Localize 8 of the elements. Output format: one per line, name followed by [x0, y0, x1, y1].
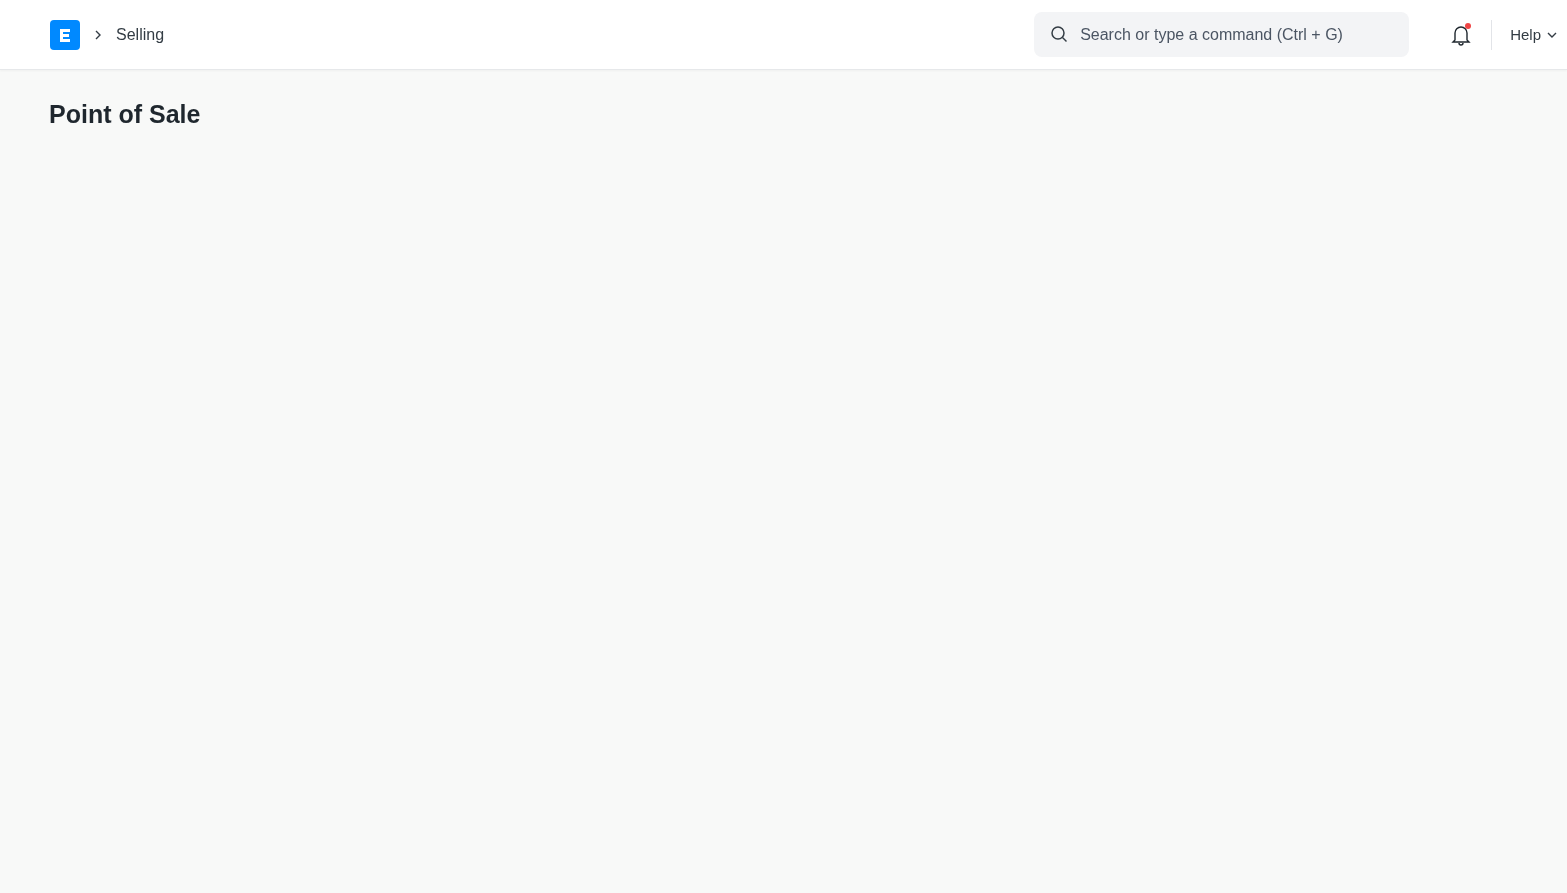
- chevron-right-icon: [94, 28, 102, 41]
- chevron-down-icon: [1547, 31, 1557, 38]
- app-logo[interactable]: [50, 19, 80, 50]
- bell-icon: [1451, 23, 1472, 46]
- breadcrumb-link[interactable]: Selling: [116, 25, 165, 44]
- help-menu-button[interactable]: Help: [1510, 26, 1557, 43]
- page-title: Point of Sale: [49, 100, 202, 129]
- search-field[interactable]: Search or type a command (Ctrl + G): [1034, 12, 1410, 57]
